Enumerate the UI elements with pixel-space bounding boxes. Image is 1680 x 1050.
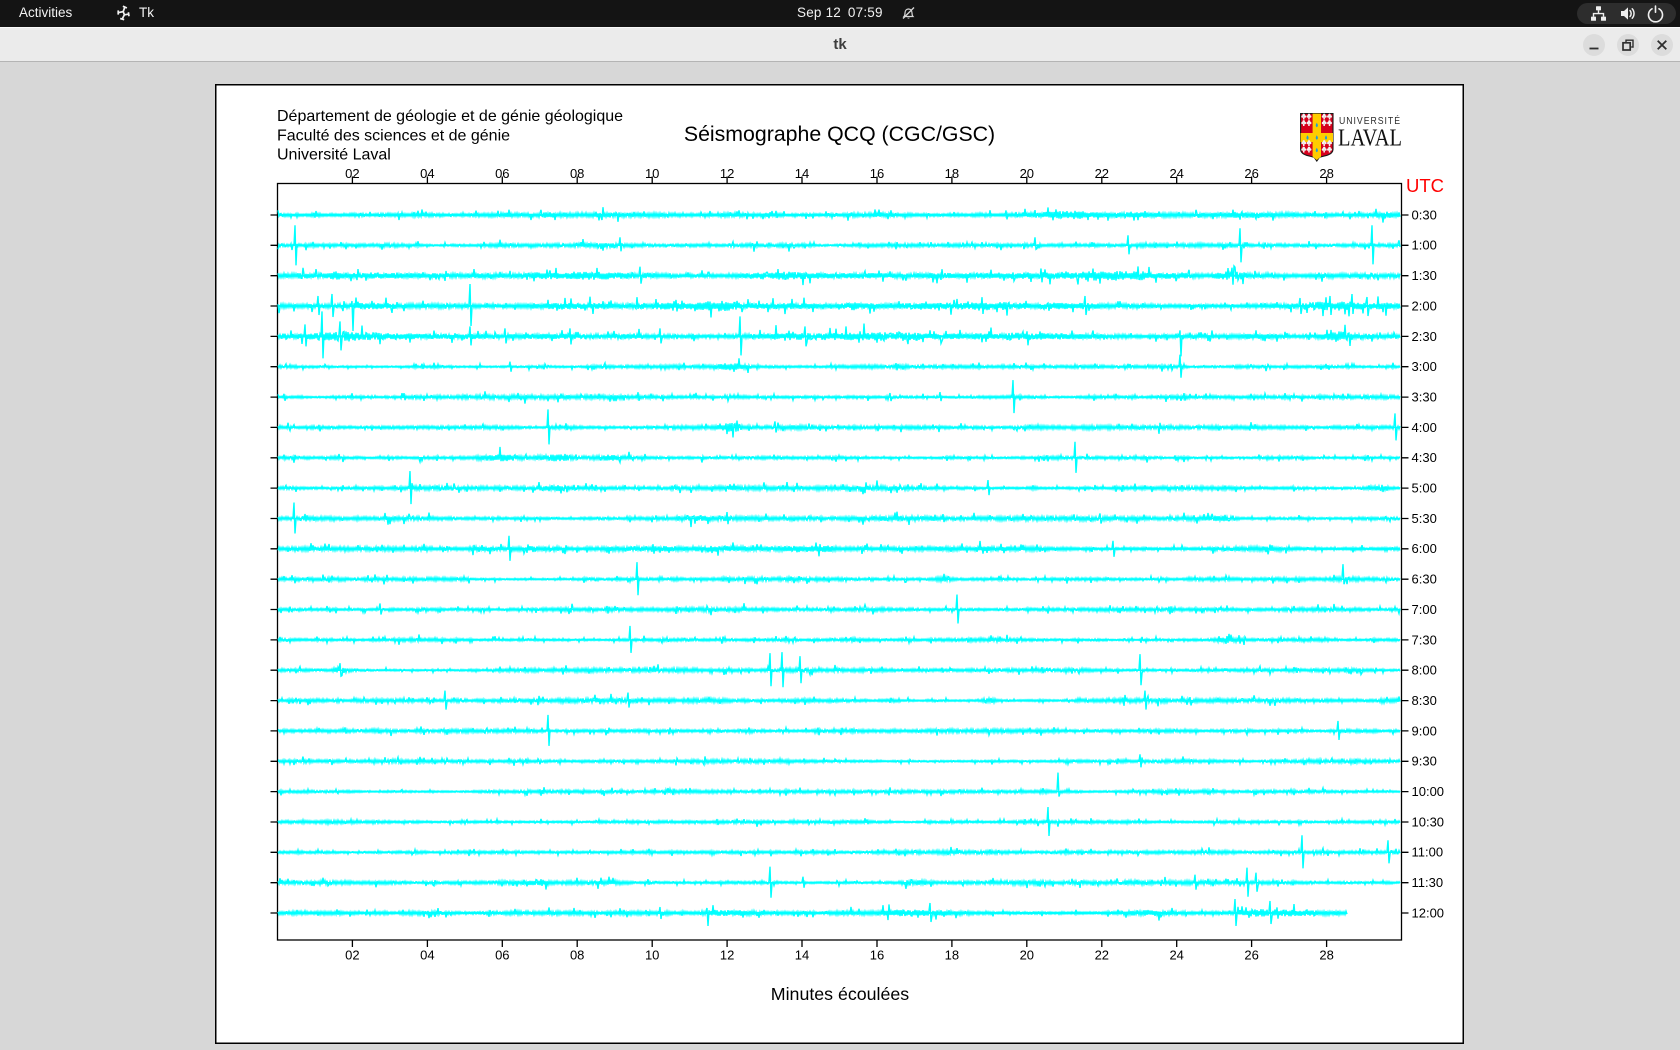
- svg-text:06: 06: [495, 166, 509, 181]
- svg-text:22: 22: [1095, 948, 1109, 963]
- svg-text:6:30: 6:30: [1412, 572, 1437, 587]
- svg-text:26: 26: [1244, 166, 1258, 181]
- svg-text:10: 10: [645, 166, 659, 181]
- svg-text:28: 28: [1319, 948, 1333, 963]
- svg-text:5:30: 5:30: [1412, 511, 1437, 526]
- svg-text:Faculté des sciences et de gén: Faculté des sciences et de génie: [277, 127, 510, 144]
- svg-text:6:00: 6:00: [1412, 541, 1437, 556]
- svg-text:Département de géologie et de: Département de géologie et de génie géol…: [277, 108, 623, 125]
- svg-text:16: 16: [870, 166, 884, 181]
- svg-text:0:30: 0:30: [1412, 207, 1437, 222]
- svg-text:08: 08: [570, 948, 584, 963]
- svg-text:02: 02: [345, 166, 359, 181]
- svg-text:UTC: UTC: [1406, 175, 1444, 196]
- svg-text:Université Laval: Université Laval: [277, 147, 391, 164]
- svg-text:20: 20: [1020, 166, 1034, 181]
- svg-text:14: 14: [795, 166, 809, 181]
- svg-text:02: 02: [345, 948, 359, 963]
- svg-text:1:30: 1:30: [1412, 268, 1437, 283]
- svg-text:9:30: 9:30: [1412, 754, 1437, 769]
- svg-text:28: 28: [1319, 166, 1333, 181]
- svg-text:14: 14: [795, 948, 809, 963]
- svg-text:10:00: 10:00: [1412, 784, 1445, 799]
- svg-text:3:30: 3:30: [1412, 390, 1437, 405]
- svg-text:12: 12: [720, 948, 734, 963]
- svg-text:Minutes écoulées: Minutes écoulées: [771, 984, 909, 1004]
- svg-text:26: 26: [1244, 948, 1258, 963]
- svg-text:8:30: 8:30: [1412, 693, 1437, 708]
- svg-text:5:00: 5:00: [1412, 481, 1437, 496]
- svg-text:24: 24: [1169, 948, 1183, 963]
- svg-text:06: 06: [495, 948, 509, 963]
- svg-text:04: 04: [420, 948, 434, 963]
- svg-text:20: 20: [1020, 948, 1034, 963]
- svg-text:18: 18: [945, 948, 959, 963]
- svg-text:Séismographe QCQ (CGC/GSC): Séismographe QCQ (CGC/GSC): [684, 122, 995, 146]
- svg-text:2:00: 2:00: [1412, 298, 1437, 313]
- svg-text:1:00: 1:00: [1412, 238, 1437, 253]
- svg-text:7:30: 7:30: [1412, 632, 1437, 647]
- svg-text:2:30: 2:30: [1412, 329, 1437, 344]
- svg-text:4:00: 4:00: [1412, 420, 1437, 435]
- svg-text:11:00: 11:00: [1412, 845, 1444, 860]
- svg-text:04: 04: [420, 166, 434, 181]
- svg-text:24: 24: [1169, 166, 1183, 181]
- svg-text:18: 18: [945, 166, 959, 181]
- svg-text:7:00: 7:00: [1412, 602, 1437, 617]
- svg-text:3:00: 3:00: [1412, 359, 1437, 374]
- svg-text:16: 16: [870, 948, 884, 963]
- svg-text:4:30: 4:30: [1412, 450, 1437, 465]
- svg-text:22: 22: [1095, 166, 1109, 181]
- svg-text:12: 12: [720, 166, 734, 181]
- svg-text:10: 10: [645, 948, 659, 963]
- svg-text:12:00: 12:00: [1412, 905, 1445, 920]
- svg-text:9:00: 9:00: [1412, 723, 1437, 738]
- svg-text:11:30: 11:30: [1412, 875, 1444, 890]
- svg-text:LAVAL: LAVAL: [1338, 126, 1402, 152]
- svg-text:8:00: 8:00: [1412, 663, 1437, 678]
- svg-text:08: 08: [570, 166, 584, 181]
- svg-text:10:30: 10:30: [1412, 814, 1445, 829]
